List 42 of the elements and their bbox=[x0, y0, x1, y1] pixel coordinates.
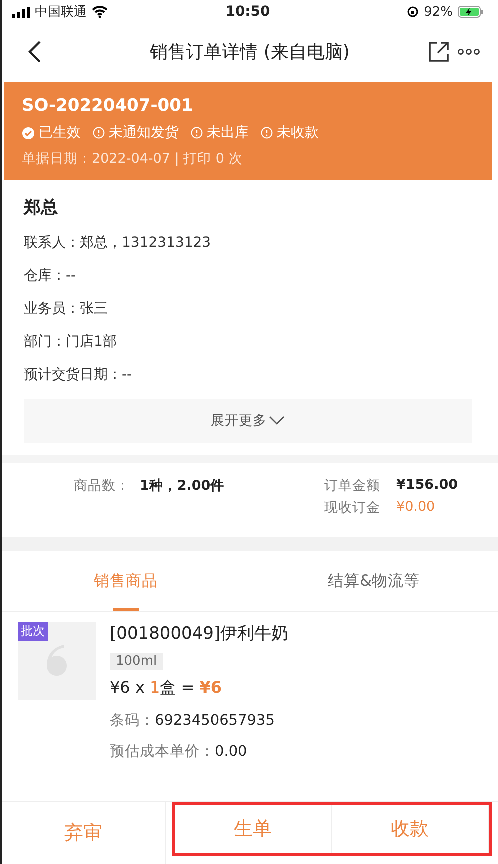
amount-value: ¥156.00 bbox=[396, 477, 458, 495]
expand-more-button[interactable]: 展开更多 bbox=[24, 399, 472, 443]
cost-line: 预估成本单价：0.00 bbox=[110, 743, 248, 761]
status-label: 未收款 bbox=[277, 124, 319, 142]
customer-name: 郑总 bbox=[24, 197, 59, 219]
order-meta: 单据日期：2022-04-07 | 打印 0 次 bbox=[22, 150, 244, 168]
battery-icon bbox=[458, 6, 484, 18]
product-name: [001800049]伊利牛奶 bbox=[110, 623, 289, 645]
deposit-value: ¥0.00 bbox=[396, 499, 436, 517]
more-icon bbox=[458, 49, 480, 55]
amount-label: 订单金额 bbox=[324, 477, 380, 495]
carrier-name: 中国联通 bbox=[35, 4, 87, 21]
customer-field: 业务员：张三 bbox=[24, 300, 472, 318]
wifi-icon bbox=[92, 6, 108, 18]
status-label: 已生效 bbox=[39, 124, 81, 142]
customer-field: 预计交货日期：-- bbox=[24, 366, 472, 384]
share-icon bbox=[428, 41, 450, 63]
deposit-label: 现收订金 bbox=[324, 499, 380, 517]
signal-icon bbox=[12, 6, 30, 18]
count-value: 1种，2.00件 bbox=[140, 477, 225, 495]
spec-tag: 100ml bbox=[110, 653, 164, 670]
back-icon bbox=[28, 40, 42, 64]
check-circle-icon bbox=[22, 126, 35, 140]
customer-field: 仓库：-- bbox=[24, 267, 472, 285]
status-label: 未通知发货 bbox=[109, 124, 179, 142]
exclamation-circle-icon bbox=[191, 127, 203, 139]
count-label: 商品数： bbox=[74, 477, 130, 495]
page-title: 销售订单详情 (来自电脑) bbox=[149, 41, 351, 64]
battery-percent: 92% bbox=[424, 4, 453, 20]
orientation-lock-icon bbox=[407, 6, 420, 18]
batch-badge: 批次 bbox=[18, 622, 48, 641]
exclamation-circle-icon bbox=[261, 127, 273, 139]
clock-time: 10:50 bbox=[226, 4, 270, 20]
price-line: ¥6 x 1盒 = ¥6 bbox=[110, 678, 222, 699]
chevron-down-icon bbox=[269, 416, 285, 426]
barcode-line: 条码：6923450657935 bbox=[110, 712, 275, 730]
order-number: SO-20220407-001 bbox=[22, 96, 194, 116]
customer-field: 部门：门店1部 bbox=[24, 333, 472, 351]
status-label: 未出库 bbox=[207, 124, 249, 142]
exclamation-circle-icon bbox=[93, 127, 105, 139]
customer-field: 联系人：郑总，1312313123 bbox=[24, 234, 472, 252]
tab[interactable]: 结算&物流等 bbox=[250, 551, 498, 611]
